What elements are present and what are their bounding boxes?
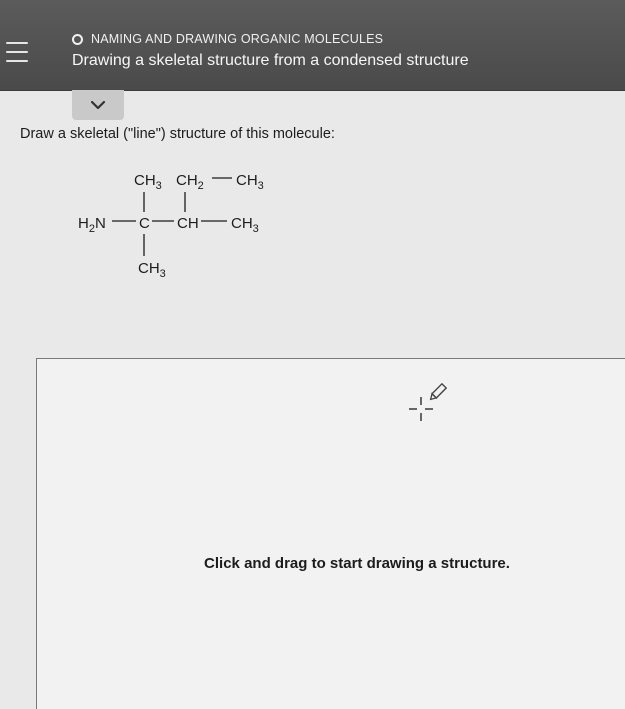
topic-label: NAMING AND DRAWING ORGANIC MOLECULES — [91, 32, 384, 46]
atom-ch3-top-left: CH3 — [134, 172, 162, 192]
atom-ch3-top-right: CH3 — [236, 172, 264, 192]
collapse-toggle-button[interactable] — [72, 90, 124, 120]
drawing-hint: Click and drag to start drawing a struct… — [204, 555, 510, 572]
crosshair-pencil-icon — [409, 382, 447, 421]
chevron-down-icon — [91, 100, 105, 109]
atom-ch2-top: CH2 — [176, 172, 204, 192]
atom-c-center: C — [139, 215, 150, 232]
header-bar: NAMING AND DRAWING ORGANIC MOLECULES Dra… — [0, 0, 625, 91]
question-prompt: Draw a skeletal ("line") structure of th… — [20, 126, 335, 142]
condensed-structure: CH3 CH2 CH3 H2N C CH CH3 CH3 — [78, 172, 264, 280]
drawing-canvas[interactable]: Click and drag to start drawing a struct… — [36, 358, 625, 709]
hamburger-menu-icon[interactable] — [6, 42, 28, 62]
topic-row: NAMING AND DRAWING ORGANIC MOLECULES — [72, 30, 383, 48]
page-title: Drawing a skeletal structure from a cond… — [72, 52, 469, 69]
atom-h2n: H2N — [78, 215, 106, 235]
circle-status-icon — [72, 33, 83, 45]
atom-ch-center: CH — [177, 215, 199, 232]
atom-ch3-right: CH3 — [231, 215, 259, 235]
atom-ch3-bottom: CH3 — [138, 260, 166, 280]
